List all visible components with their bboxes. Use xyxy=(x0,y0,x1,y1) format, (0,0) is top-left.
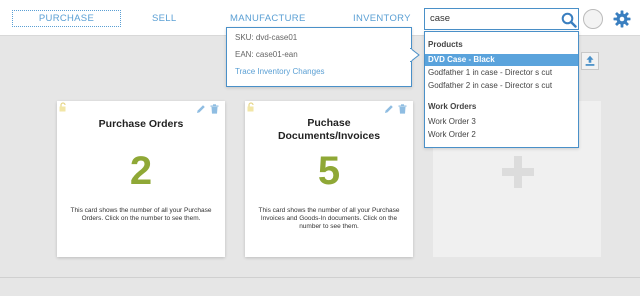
card-count[interactable]: 5 xyxy=(245,149,413,194)
gear-icon[interactable] xyxy=(613,10,631,28)
card-title: Purchase Orders xyxy=(98,118,184,130)
purchase-documents-card: Puchase Documents/Invoices 5 This card s… xyxy=(245,101,413,257)
result-work-order-item[interactable]: Work Order 2 xyxy=(425,129,578,141)
nav-manufacture[interactable]: MANUFACTURE xyxy=(230,13,306,24)
nav-inventory[interactable]: INVENTORY xyxy=(353,13,411,24)
upload-icon xyxy=(585,55,595,66)
result-product-item[interactable]: Godfather 2 in case - Director s cut xyxy=(425,80,578,92)
purchase-orders-card: Purchase Orders 2 This card shows the nu… xyxy=(57,101,225,257)
products-header: Products xyxy=(428,40,463,49)
trash-icon[interactable] xyxy=(398,104,407,114)
nav-purchase[interactable]: PURCHASE xyxy=(12,10,121,27)
search-input[interactable]: case xyxy=(424,8,579,30)
ean-text: EAN: case01-ean xyxy=(235,50,298,59)
search-icon[interactable] xyxy=(561,12,577,28)
edit-icon[interactable] xyxy=(384,104,394,114)
lock-icon[interactable] xyxy=(58,102,68,112)
result-work-order-item[interactable]: Work Order 3 xyxy=(425,116,578,128)
result-product-item[interactable]: DVD Case - Black xyxy=(425,54,578,66)
card-description: This card shows the number of all your P… xyxy=(258,207,400,230)
edit-icon[interactable] xyxy=(196,104,206,114)
tooltip-arrow-icon xyxy=(410,48,420,62)
trace-inventory-link[interactable]: Trace Inventory Changes xyxy=(235,67,325,76)
card-description: This card shows the number of all your P… xyxy=(70,207,212,222)
lock-icon[interactable] xyxy=(246,102,256,112)
card-count[interactable]: 2 xyxy=(57,149,225,194)
footer-divider xyxy=(0,277,640,278)
sku-text: SKU: dvd-case01 xyxy=(235,33,298,42)
work-orders-header: Work Orders xyxy=(428,102,477,111)
trash-icon[interactable] xyxy=(210,104,219,114)
nav-sell[interactable]: SELL xyxy=(152,13,176,24)
result-product-item[interactable]: Godfather 1 in case - Director s cut xyxy=(425,67,578,79)
status-circle-button[interactable] xyxy=(583,9,603,29)
card-title: Puchase Documents/Invoices xyxy=(277,117,381,142)
plus-icon xyxy=(502,156,534,188)
upload-button[interactable] xyxy=(581,52,599,70)
search-input-value: case xyxy=(430,13,451,24)
product-info-tooltip: SKU: dvd-case01 EAN: case01-ean Trace In… xyxy=(226,27,412,87)
search-results-dropdown: Products DVD Case - Black Godfather 1 in… xyxy=(424,31,579,148)
